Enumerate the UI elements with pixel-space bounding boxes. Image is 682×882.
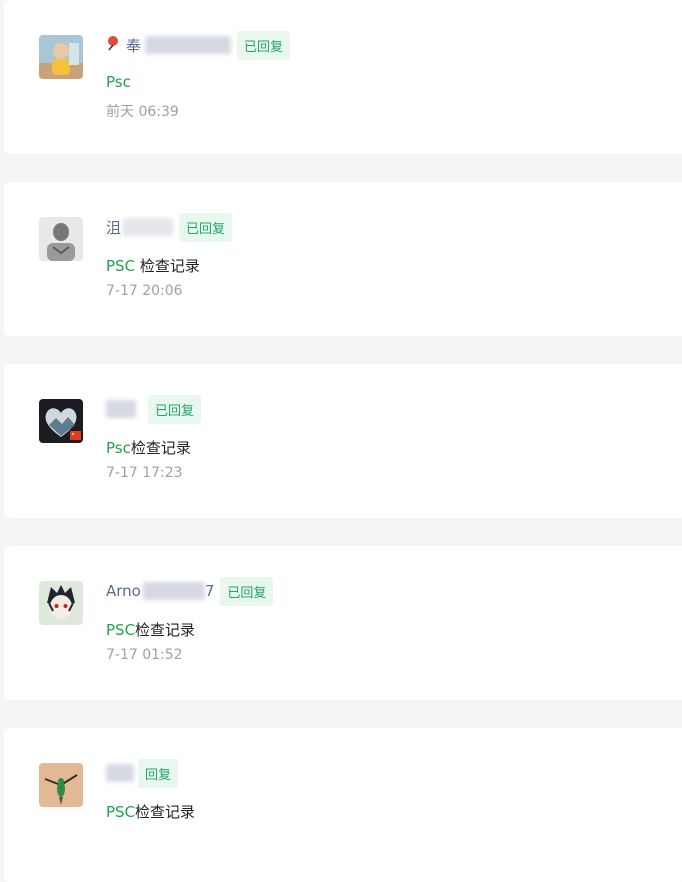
redacted-name <box>145 36 232 54</box>
message-rest: 检查记录 <box>130 439 191 457</box>
name-row: 已回复 <box>106 394 202 424</box>
message-text[interactable]: PSC检查记录 <box>106 801 195 822</box>
message-text[interactable]: Psc检查记录 <box>106 437 191 458</box>
message-rest: 检查记录 <box>135 621 196 639</box>
anime-character-icon <box>39 581 83 625</box>
redacted-name <box>106 764 134 782</box>
sender-name-suffix: 7 <box>204 582 215 600</box>
person-photo-icon <box>39 217 83 261</box>
name-row: Arno 7 已回复 <box>106 576 274 606</box>
sender-name: Arno <box>106 582 141 600</box>
message-rest: 检查记录 <box>135 257 200 275</box>
timestamp: 7-17 20:06 <box>106 283 183 299</box>
redacted-name <box>142 582 205 600</box>
message-keyword: PSC <box>106 621 136 639</box>
avatar[interactable] <box>39 35 83 79</box>
message-keyword: Psc <box>106 439 131 457</box>
timestamp: 7-17 01:52 <box>106 647 183 663</box>
name-row: 奉 已回复 <box>106 30 291 60</box>
avatar[interactable] <box>39 217 83 261</box>
list-item[interactable]: 回复 PSC检查记录 <box>4 728 682 882</box>
list-item[interactable]: 沮 已回复 PSC 检查记录 7-17 20:06 <box>4 182 682 336</box>
name-row: 回复 <box>106 758 179 788</box>
bird-photo-icon <box>39 763 83 807</box>
replied-badge: 回复 <box>138 758 179 788</box>
timestamp: 前天 06:39 <box>106 104 179 120</box>
name-row: 沮 已回复 <box>106 212 233 242</box>
replied-badge: 已回复 <box>220 576 274 606</box>
avatar[interactable] <box>39 581 83 625</box>
message-rest: 检查记录 <box>135 803 196 821</box>
message-keyword: PSC <box>106 803 136 821</box>
message-text[interactable]: PSC 检查记录 <box>106 255 200 276</box>
message-keyword: PSC <box>106 257 136 275</box>
avatar[interactable] <box>39 763 83 807</box>
sender-name: 奉 <box>126 36 142 55</box>
message-text[interactable]: Psc <box>106 73 131 91</box>
avatar[interactable] <box>39 399 83 443</box>
replied-badge: 已回复 <box>148 394 202 424</box>
pin-icon <box>106 35 120 55</box>
redacted-name <box>123 218 174 236</box>
message-list: 奉 已回复 Psc 前天 06:39 沮 已回复 PSC 检查记录 7-17 2… <box>0 0 682 882</box>
sender-name: 沮 <box>106 218 122 237</box>
replied-badge: 已回复 <box>237 30 291 60</box>
message-keyword: Psc <box>106 73 131 91</box>
list-item[interactable]: 奉 已回复 Psc 前天 06:39 <box>4 0 682 154</box>
heart-landscape-icon <box>39 399 83 443</box>
child-photo-icon <box>39 35 83 79</box>
replied-badge: 已回复 <box>179 212 233 242</box>
message-text[interactable]: PSC检查记录 <box>106 619 195 640</box>
redacted-name <box>106 400 136 418</box>
timestamp: 7-17 17:23 <box>106 465 183 481</box>
list-item[interactable]: 已回复 Psc检查记录 7-17 17:23 <box>4 364 682 518</box>
list-item[interactable]: Arno 7 已回复 PSC检查记录 7-17 01:52 <box>4 546 682 700</box>
